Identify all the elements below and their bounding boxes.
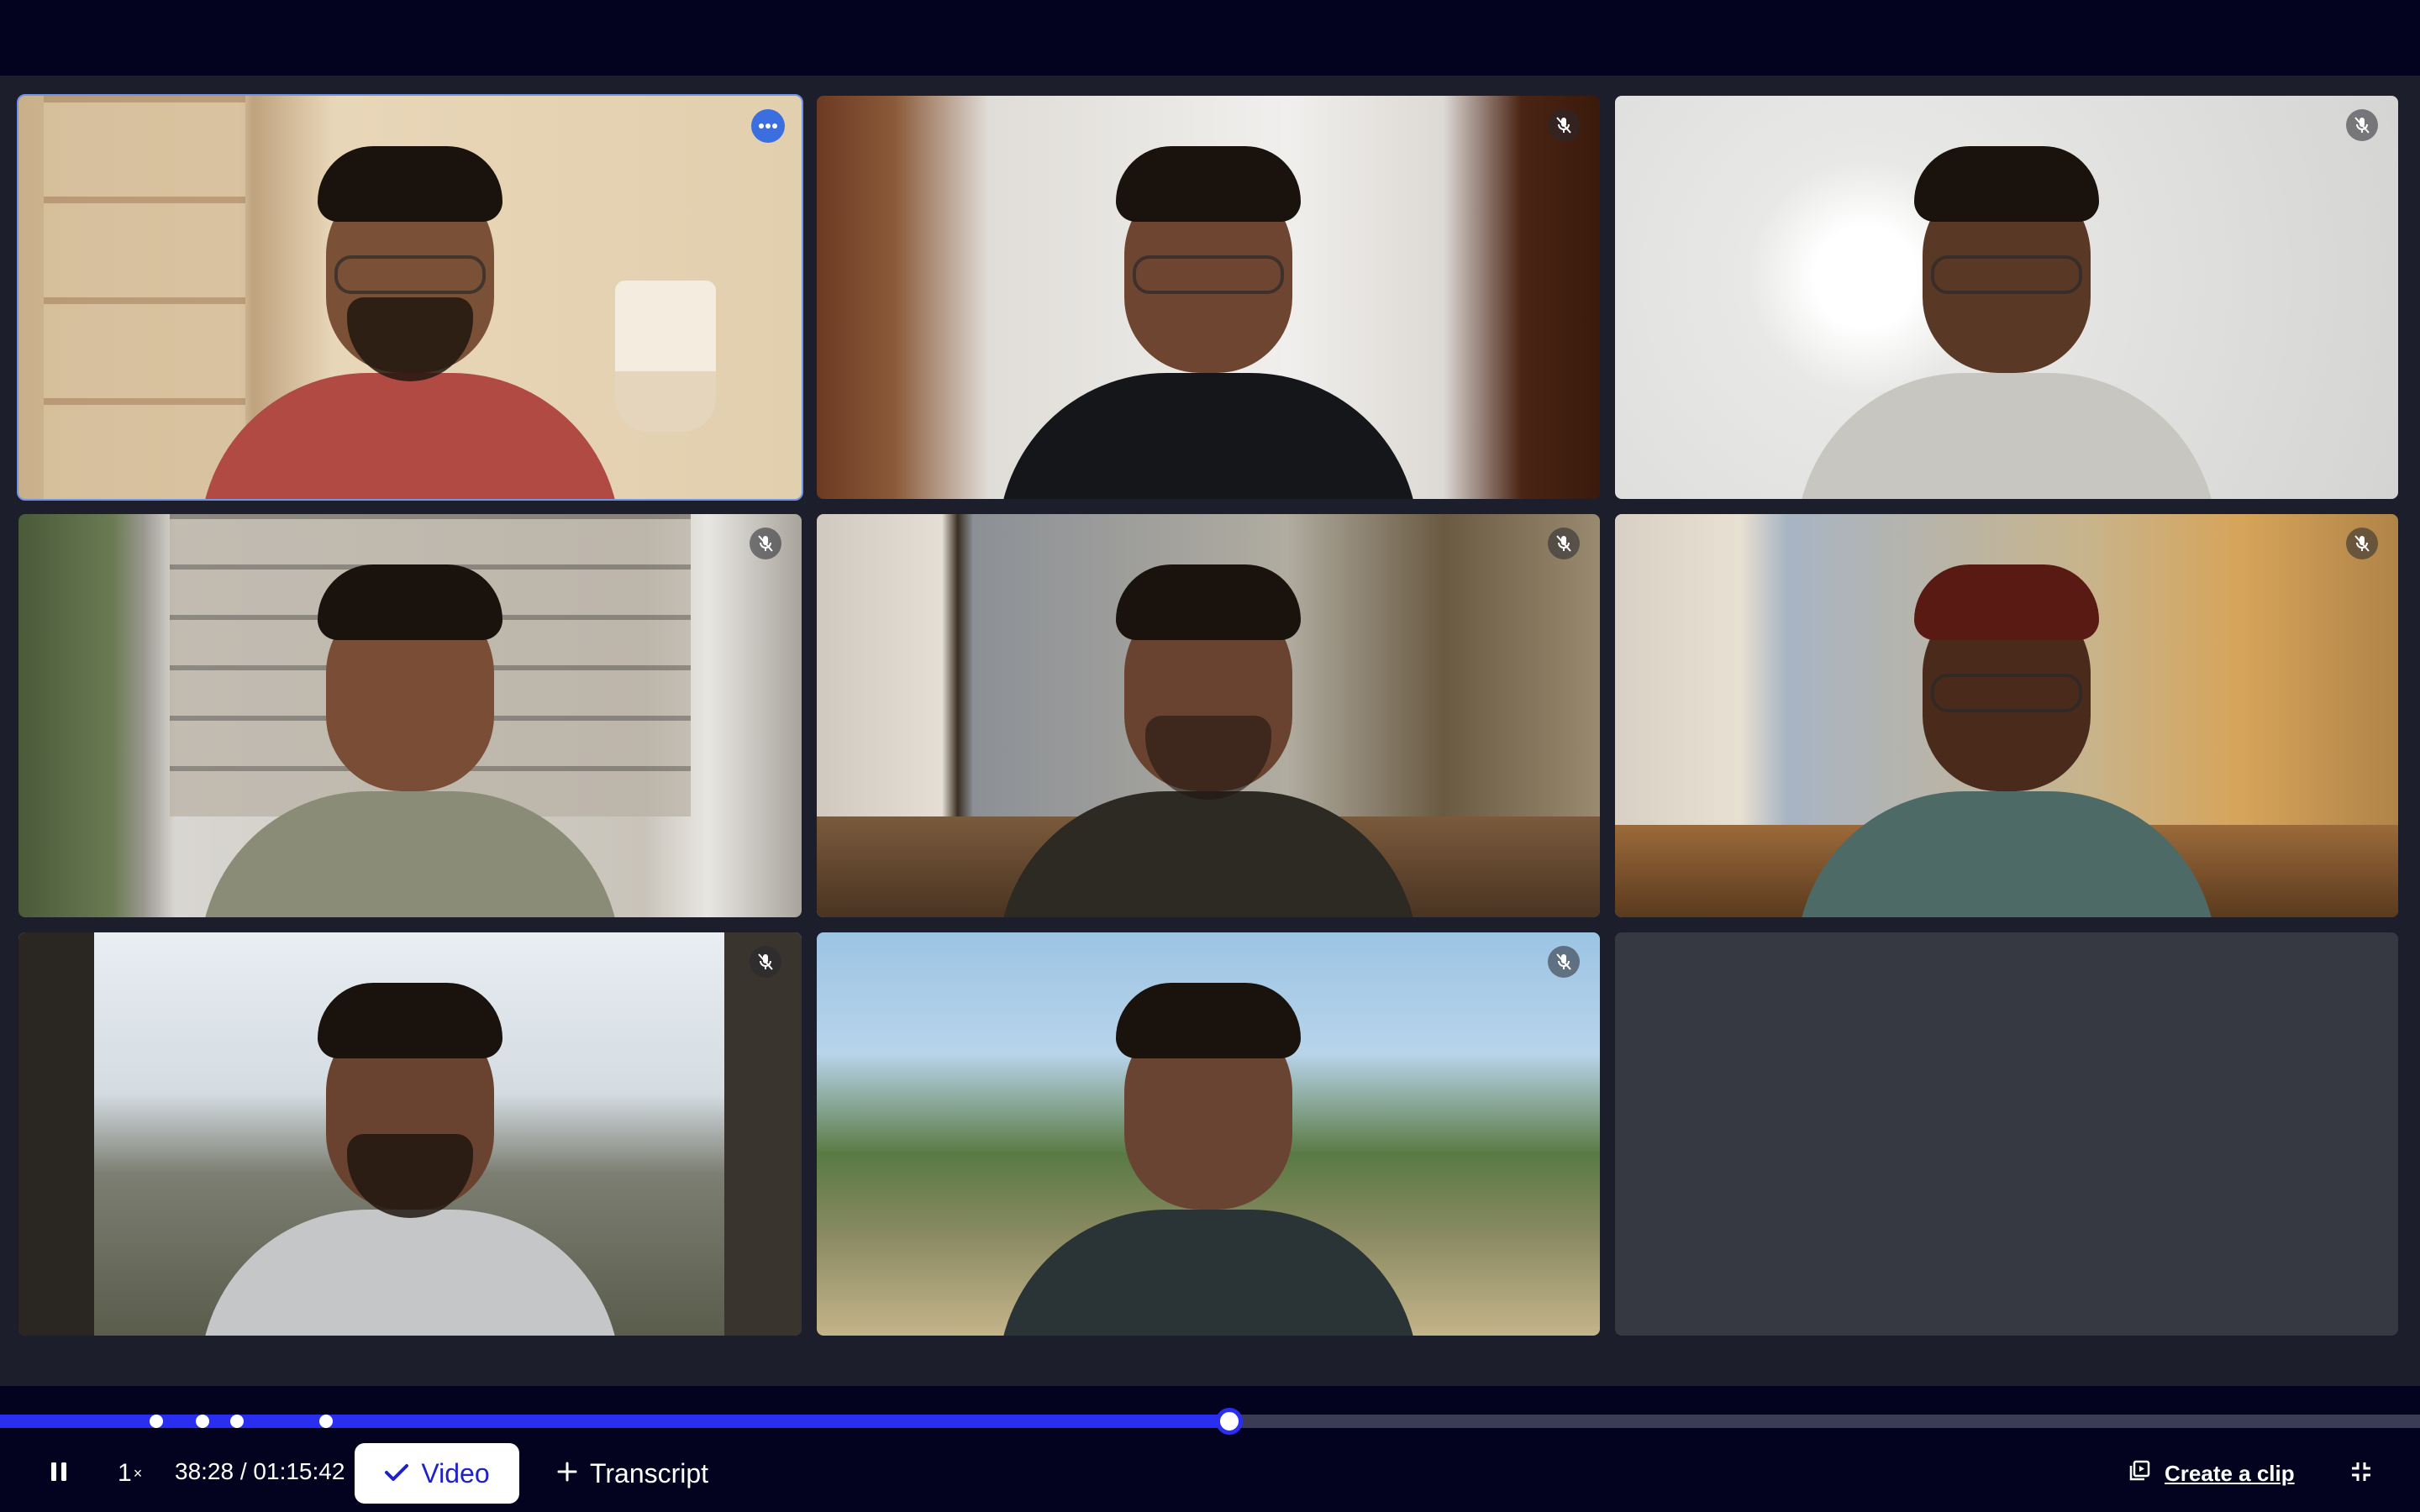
pause-icon [50,1461,68,1487]
participant-tile-7[interactable] [18,932,802,1336]
controls-row: 1 × 38:28 / 01:15:42 Video Transcript Cr… [0,1438,2420,1512]
participant-video-2 [973,129,1444,499]
video-tab-label: Video [421,1457,490,1488]
mic-muted-icon [2346,109,2378,141]
exit-fullscreen-button[interactable] [2344,1457,2378,1490]
time-separator: / [239,1458,247,1484]
meeting-recording-player: 1 × 38:28 / 01:15:42 Video Transcript Cr… [0,0,2420,1512]
plus-icon [556,1458,578,1489]
participant-tile-5[interactable] [817,514,1600,917]
participant-grid [17,94,2398,1336]
mic-muted-icon [1548,946,1580,978]
timeline-marker[interactable] [150,1415,163,1428]
speed-value: 1 [118,1459,132,1487]
participant-tile-8[interactable] [817,932,1600,1336]
create-clip-button[interactable]: Create a clip [2128,1457,2295,1490]
current-time: 38:28 [175,1458,234,1484]
speed-suffix: × [133,1464,143,1482]
participant-tile-3[interactable] [1615,96,2398,499]
playback-speed-button[interactable]: 1 × [118,1457,142,1490]
clip-icon [2128,1459,2151,1488]
mic-muted-icon [1548,528,1580,559]
participant-video-5 [973,548,1444,917]
exit-fullscreen-icon [2350,1461,2372,1487]
empty-tile [1615,932,2398,1336]
participant-video-6 [1771,548,2242,917]
participant-video-8 [973,966,1444,1336]
participant-video-4 [175,548,645,917]
timeline-marker[interactable] [319,1415,333,1428]
participant-tile-2[interactable] [817,96,1600,499]
participant-video-7 [175,966,645,1336]
participant-video-1 [175,129,645,499]
transcript-tab-label: Transcript [590,1457,709,1488]
mic-muted-icon [1548,109,1580,141]
timeline-marker[interactable] [196,1415,209,1428]
participant-tile-6[interactable] [1615,514,2398,917]
timeline-marker[interactable] [230,1415,244,1428]
create-clip-label: Create a clip [2165,1460,2295,1486]
video-stage[interactable] [0,76,2420,1386]
total-duration: 01:15:42 [253,1458,345,1484]
participant-video-3 [1771,129,2242,499]
participant-tile-4[interactable] [18,514,802,917]
video-tab-button[interactable]: Video [355,1443,519,1504]
time-display: 38:28 / 01:15:42 [175,1458,345,1485]
timeline-progress [0,1415,1229,1428]
player-controls-bar: 1 × 38:28 / 01:15:42 Video Transcript Cr… [0,1386,2420,1512]
mic-muted-icon [750,528,781,559]
timeline-scrubber-handle[interactable] [1216,1408,1243,1435]
more-options-icon[interactable] [751,109,785,143]
mic-muted-icon [750,946,781,978]
transcript-tab-button[interactable]: Transcript [556,1443,708,1504]
checkmark-icon [384,1458,409,1489]
participant-tile-1[interactable] [17,94,803,501]
mic-muted-icon [2346,528,2378,559]
top-bar [0,0,2420,76]
pause-button[interactable] [42,1457,76,1490]
